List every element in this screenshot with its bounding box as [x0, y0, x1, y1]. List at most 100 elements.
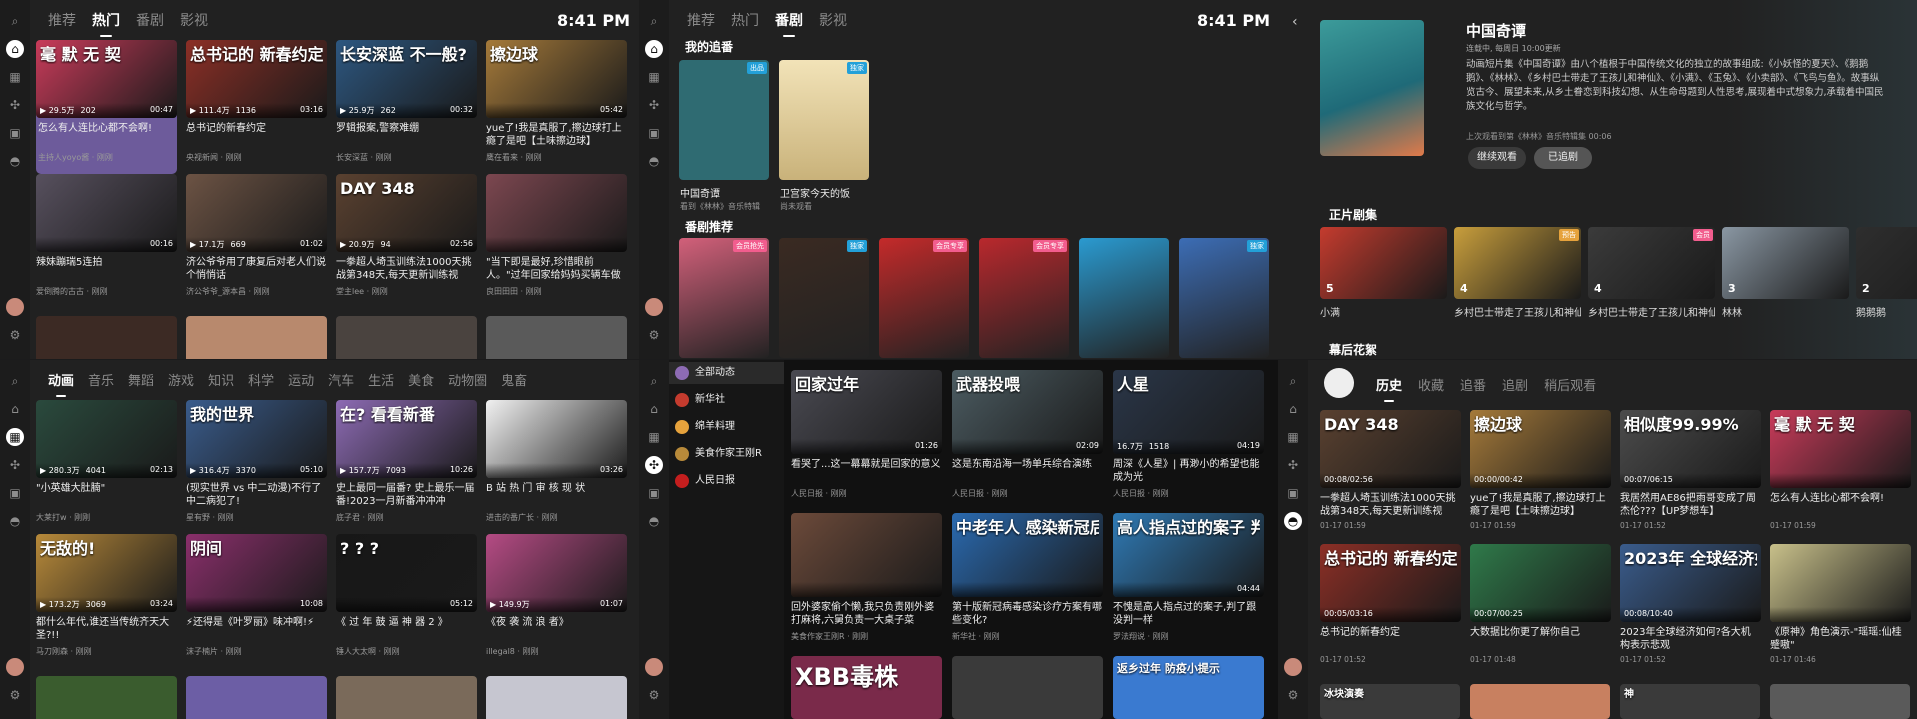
dynamic-card[interactable]: 人星 16.7万 1518 04:19 周深《人星》| 再渺小的希望也能成为光 人民日报 … — [1113, 370, 1264, 499]
tab-bangumi[interactable]: 番剧 — [775, 10, 803, 37]
rec-poster[interactable]: 独家 — [1179, 238, 1269, 358]
history-card[interactable]: 2023年 全球经济如何? 00:08/10:40 2023年全球经济如何?各大机构… — [1620, 544, 1761, 678]
category-tab[interactable]: 美食 — [408, 370, 434, 394]
category-tab[interactable]: 动画 — [48, 370, 74, 397]
episode-card[interactable]: 4 预告 — [1454, 227, 1581, 299]
rec-poster[interactable]: 会员专享 — [879, 238, 969, 358]
following-item[interactable]: 绵羊料理 — [669, 416, 784, 438]
tab-recommend[interactable]: 推荐 — [48, 10, 76, 34]
settings-icon[interactable]: ⚙ — [1284, 686, 1302, 704]
video-thumbnail[interactable] — [36, 316, 177, 359]
video-card[interactable]: ? ? ? 05:12 《 过 年 鼓 逼 神 器 2 》锤人大太啊 · 刚刚 — [336, 534, 477, 668]
video-thumbnail[interactable] — [336, 676, 477, 719]
video-thumbnail[interactable]: XBB毒株 — [791, 656, 942, 719]
history-card[interactable]: 毫 默 无 契怎么有人连比心都不会啊! 01-17 01:59 — [1770, 410, 1911, 544]
history-card[interactable]: 总书记的 新春约定 00:05/03:16 总书记的新春约定 01-17 01:52 — [1320, 544, 1461, 678]
anime-icon[interactable]: ▣ — [6, 124, 24, 142]
anime-icon[interactable]: ▣ — [6, 484, 24, 502]
dynamic-card[interactable]: 回家过年 01:26 看哭了...这一幕幕就是回家的意义 人民日报 · 刚刚 — [791, 370, 942, 499]
video-card[interactable]: 长安深蓝 不一般? ▶ 25.9万 262 00:32 罗辑报案,警察难绷 长安深蓝 · … — [336, 40, 477, 174]
video-thumbnail[interactable] — [36, 676, 177, 719]
history-icon[interactable]: ◓ — [1284, 512, 1302, 530]
follow-poster-1[interactable]: 出品 — [679, 60, 769, 180]
episode-card[interactable]: 4 会员 — [1588, 227, 1715, 299]
user-avatar[interactable] — [1324, 368, 1354, 398]
tab-recommend[interactable]: 推荐 — [687, 10, 715, 34]
history-card[interactable]: 相似度99.99% 00:07/06:15 我居然用AE86把雨哥变成了周杰伦???… — [1620, 410, 1761, 544]
tab-movies[interactable]: 影视 — [819, 10, 847, 34]
tab-movies[interactable]: 影视 — [180, 10, 208, 34]
rec-poster[interactable] — [1079, 238, 1169, 358]
home-icon[interactable]: ⌂ — [6, 400, 24, 418]
dynamic-card[interactable]: 中老年人 感染新冠后 第十版新冠病毒感染诊疗方案有哪些变化? 新华社 · 刚刚 — [952, 513, 1103, 642]
history-card[interactable]: DAY 348 00:08/02:56 一拳超人埼玉训练法1000天挑战第348天,… — [1320, 410, 1461, 544]
dynamic-icon[interactable]: ✣ — [6, 456, 24, 474]
episode-card[interactable]: 5 — [1320, 227, 1447, 299]
category-tab[interactable]: 动物圈 — [448, 370, 487, 394]
home-icon[interactable]: ⌂ — [645, 40, 663, 58]
history-tab[interactable]: 稍后观看 — [1544, 375, 1596, 399]
video-card[interactable]: 03:26 B 站 热 门 审 核 现 状进击的番广长 · 刚刚 — [486, 400, 627, 534]
video-thumbnail[interactable] — [1770, 684, 1910, 719]
video-card[interactable]: "当下即是最好,珍惜眼前人。"过年回家给妈妈买辆车做 良田田田 · 刚刚 — [486, 174, 627, 308]
video-card[interactable]: ▶ 280.3万 4041 02:13 "小英雄大肚腩" 大莱打w · 刚刚 — [36, 400, 177, 534]
category-icon[interactable]: ▦ — [645, 68, 663, 86]
settings-icon[interactable]: ⚙ — [645, 326, 663, 344]
episode-card[interactable]: 2 — [1856, 227, 1917, 299]
followed-button[interactable]: 已追剧 — [1534, 147, 1592, 169]
avatar[interactable] — [645, 658, 663, 676]
video-thumbnail[interactable] — [186, 316, 327, 359]
history-icon[interactable]: ◓ — [645, 152, 663, 170]
video-card[interactable]: 总书记的 新春约定 ▶ 111.4万 1136 03:16 总书记的新春约定 央视新闻 ·… — [186, 40, 327, 174]
following-item[interactable]: 新华社 — [669, 389, 784, 411]
history-icon[interactable]: ◓ — [6, 512, 24, 530]
category-tab[interactable]: 运动 — [288, 370, 314, 394]
video-card[interactable]: 在? 看看新番 ▶ 157.7万 7093 10:26 史上最同一届番? 史上最乐一届番… — [336, 400, 477, 534]
home-icon[interactable]: ⌂ — [6, 40, 24, 58]
video-card[interactable]: 毫 默 无 契 ▶ 29.5万 202 00:47 怎么有人连比心都不会啊! 主持人yoy… — [36, 40, 177, 174]
category-icon[interactable]: ▦ — [645, 428, 663, 446]
category-tab[interactable]: 知识 — [208, 370, 234, 394]
following-item[interactable]: 美食作家王刚R — [669, 443, 784, 465]
category-tab[interactable]: 音乐 — [88, 370, 114, 394]
history-tab[interactable]: 追番 — [1460, 375, 1486, 399]
back-icon[interactable]: ‹ — [1292, 14, 1298, 30]
avatar[interactable] — [6, 298, 24, 316]
video-card[interactable]: 我的世界 ▶ 316.4万 3370 05:10 (现实世界 vs 中二动漫)不行了中二… — [186, 400, 327, 534]
following-item[interactable]: 全部动态 — [669, 362, 784, 384]
settings-icon[interactable]: ⚙ — [645, 686, 663, 704]
episode-card[interactable]: 3 — [1722, 227, 1849, 299]
search-icon[interactable]: ⌕ — [6, 372, 24, 390]
video-thumbnail[interactable] — [952, 656, 1103, 719]
category-tab[interactable]: 游戏 — [168, 370, 194, 394]
avatar[interactable] — [645, 298, 663, 316]
avatar[interactable] — [1284, 658, 1302, 676]
tab-popular[interactable]: 热门 — [92, 10, 120, 37]
home-icon[interactable]: ⌂ — [645, 400, 663, 418]
video-thumbnail[interactable] — [486, 316, 627, 359]
category-tab[interactable]: 科学 — [248, 370, 274, 394]
rec-poster[interactable]: 会员专享 — [979, 238, 1069, 358]
category-icon[interactable]: ▦ — [1284, 428, 1302, 446]
continue-button[interactable]: 继续观看 — [1468, 147, 1526, 169]
video-card[interactable]: 无敌的! ▶ 173.2万 3069 03:24 都什么年代,谁还当传统齐天大圣?!! 马… — [36, 534, 177, 668]
dynamic-card[interactable]: 武器投喂 02:09 这是东南沿海一场单兵综合演练 人民日报 · 刚刚 — [952, 370, 1103, 499]
history-card[interactable]: 《原神》角色演示-"瑶瑶:仙桂蹙嗷" 01-17 01:46 — [1770, 544, 1911, 678]
category-tab[interactable]: 舞蹈 — [128, 370, 154, 394]
dynamic-icon[interactable]: ✣ — [645, 456, 663, 474]
anime-icon[interactable]: ▣ — [645, 484, 663, 502]
video-thumbnail[interactable] — [486, 676, 627, 719]
rec-poster[interactable]: 独家 — [779, 238, 869, 358]
dynamic-icon[interactable]: ✣ — [1284, 456, 1302, 474]
video-card[interactable]: 阴间 10:08 ⚡还得是《叶罗丽》味冲啊!⚡ 沫子楠片 · 刚刚 — [186, 534, 327, 668]
tab-popular[interactable]: 热门 — [731, 10, 759, 34]
dynamic-card[interactable]: 高人指点过的案子 判了跟没判一样 04:44 不愧是高人指点过的案子,判了跟没判一样… — [1113, 513, 1264, 642]
history-icon[interactable]: ◓ — [645, 512, 663, 530]
video-thumbnail[interactable]: 返乡过年 防疫小提示 — [1113, 656, 1264, 719]
category-icon[interactable]: ▦ — [6, 68, 24, 86]
video-thumbnail[interactable] — [1470, 684, 1610, 719]
dynamic-icon[interactable]: ✣ — [6, 96, 24, 114]
history-card[interactable]: 00:07/00:25 大数据比你更了解你自己 01-17 01:48 — [1470, 544, 1611, 678]
search-icon[interactable]: ⌕ — [645, 12, 663, 30]
search-icon[interactable]: ⌕ — [6, 12, 24, 30]
